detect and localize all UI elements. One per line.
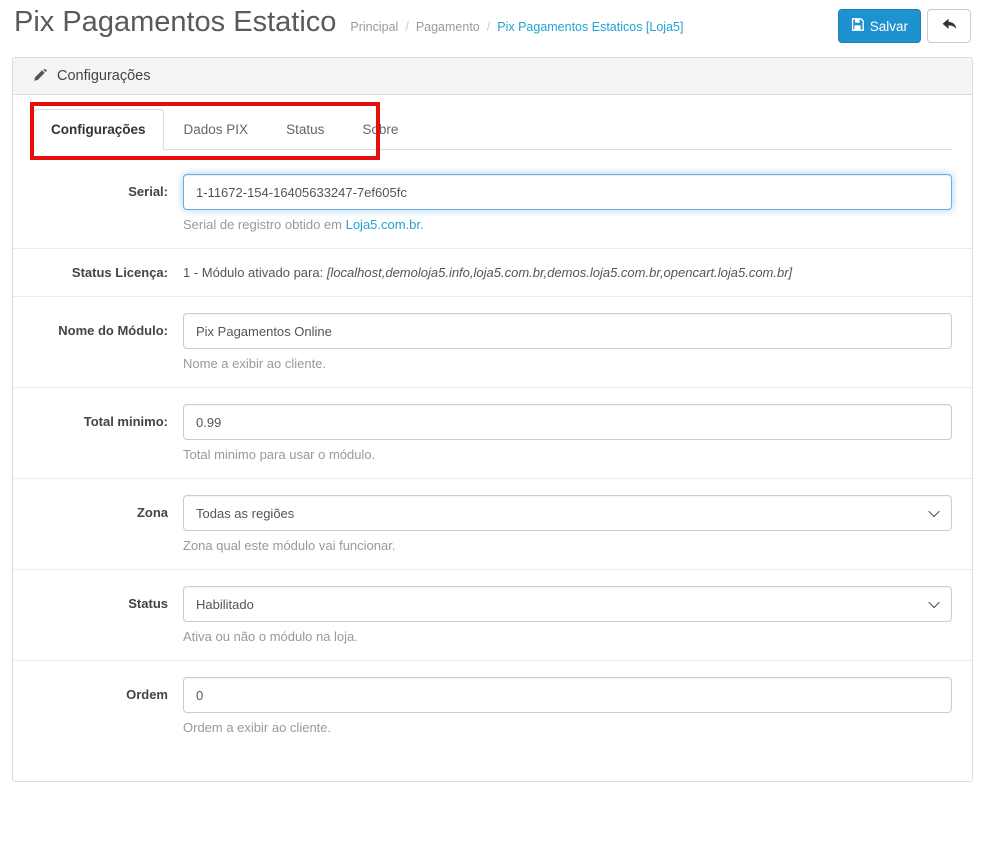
breadcrumb-item-pagamento: Pagamento / — [416, 20, 497, 34]
serial-label: Serial: — [128, 184, 168, 199]
min-total-input[interactable] — [183, 404, 952, 440]
breadcrumb-item-principal: Principal / — [350, 20, 415, 34]
order-row: Ordem Ordem a exibir ao cliente. — [13, 660, 972, 781]
serial-row: Serial: Serial de registro obtido em Loj… — [13, 150, 972, 248]
status-col: Habilitado Ativa ou não o módulo na loja… — [183, 586, 952, 644]
license-domains: [localhost,demoloja5.info,loja5.com.br,d… — [326, 265, 793, 280]
min-total-row: Total minimo: Total minimo para usar o m… — [13, 387, 972, 478]
pencil-icon — [33, 69, 47, 83]
back-button[interactable] — [927, 9, 971, 43]
serial-help: Serial de registro obtido em Loja5.com.b… — [183, 217, 952, 232]
tab-status-link[interactable]: Status — [268, 109, 342, 150]
license-status-row: Status Licença: 1 - Módulo ativado para:… — [13, 248, 972, 296]
page: Pix Pagamentos Estatico Principal / Paga… — [0, 0, 985, 782]
status-help: Ativa ou não o módulo na loja. — [183, 629, 358, 644]
min-total-help: Total minimo para usar o módulo. — [183, 447, 376, 462]
module-name-input[interactable] — [183, 313, 952, 349]
breadcrumb: Principal / Pagamento / Pix Pagamentos E… — [350, 20, 683, 34]
breadcrumb-divider: / — [486, 20, 491, 34]
tab-dados-pix-link[interactable]: Dados PIX — [166, 109, 267, 150]
page-header: Pix Pagamentos Estatico Principal / Paga… — [12, 0, 973, 51]
zone-label: Zona — [136, 505, 168, 520]
header-buttons: Salvar — [837, 6, 971, 43]
tab-sobre-link[interactable]: Sobre — [344, 109, 416, 150]
min-total-col: Total minimo para usar o módulo. — [183, 404, 952, 462]
zone-col: Todas as regiões Zona qual este módulo v… — [183, 495, 952, 553]
loja5-link[interactable]: Loja5.com.br. — [346, 217, 424, 232]
breadcrumb-link-current[interactable]: Pix Pagamentos Estaticos [Loja5] — [497, 20, 683, 34]
panel-heading: Configurações — [13, 58, 972, 95]
module-name-row: Nome do Módulo: Nome a exibir ao cliente… — [13, 296, 972, 387]
license-status-value: 1 - Módulo ativado para: [localhost,demo… — [183, 265, 952, 280]
floppy-disk-icon — [851, 18, 864, 34]
order-help: Ordem a exibir ao cliente. — [183, 720, 332, 735]
settings-panel: Configurações Configurações Dados PIX St… — [12, 57, 973, 782]
zone-select[interactable]: Todas as regiões — [183, 495, 952, 531]
license-status-label: Status Licença: — [71, 265, 168, 280]
tab-content: Serial: Serial de registro obtido em Loj… — [13, 150, 972, 781]
module-name-col: Nome a exibir ao cliente. — [183, 313, 952, 371]
zone-row: Zona Todas as regiões Zona qual este mód… — [13, 478, 972, 569]
breadcrumb-link-principal[interactable]: Principal — [350, 20, 398, 34]
tab-configuracoes-link[interactable]: Configurações — [33, 109, 164, 150]
order-label: Ordem — [126, 687, 168, 702]
status-select[interactable]: Habilitado — [183, 586, 952, 622]
status-select-wrap: Habilitado — [183, 586, 952, 622]
reply-arrow-icon — [941, 17, 958, 35]
license-status-text: 1 - Módulo ativado para: — [183, 265, 327, 280]
serial-help-text: Serial de registro obtido em — [183, 217, 346, 232]
order-col: Ordem a exibir ao cliente. — [183, 677, 952, 735]
breadcrumb-item-current: Pix Pagamentos Estaticos [Loja5] — [497, 20, 683, 34]
tabs-area: Configurações Dados PIX Status Sobre — [13, 95, 972, 160]
page-title: Pix Pagamentos Estatico — [14, 6, 337, 38]
tab-dados-pix: Dados PIX — [166, 109, 267, 150]
serial-input[interactable] — [183, 174, 952, 210]
breadcrumb-divider: / — [405, 20, 409, 34]
save-button-label: Salvar — [869, 18, 908, 34]
title-area: Pix Pagamentos Estatico Principal / Paga… — [14, 6, 683, 39]
tab-sobre: Sobre — [344, 109, 416, 150]
zone-select-wrap: Todas as regiões — [183, 495, 952, 531]
order-input[interactable] — [183, 677, 952, 713]
license-status-col: 1 - Módulo ativado para: [localhost,demo… — [183, 265, 952, 280]
tab-bar: Configurações Dados PIX Status Sobre — [33, 109, 952, 150]
module-name-help: Nome a exibir ao cliente. — [183, 356, 327, 371]
serial-field-col: Serial de registro obtido em Loja5.com.b… — [183, 174, 952, 232]
module-name-label: Nome do Módulo: — [58, 323, 168, 338]
status-row: Status Habilitado Ativa ou não o módulo … — [13, 569, 972, 660]
breadcrumb-link-pagamento[interactable]: Pagamento — [416, 20, 480, 34]
panel-heading-title: Configurações — [57, 68, 151, 84]
tab-status: Status — [268, 109, 342, 150]
zone-help: Zona qual este módulo vai funcionar. — [183, 538, 396, 553]
min-total-label: Total minimo: — [83, 414, 168, 429]
save-button[interactable]: Salvar — [837, 9, 921, 43]
status-label: Status — [128, 596, 168, 611]
tab-configuracoes: Configurações — [33, 109, 164, 150]
